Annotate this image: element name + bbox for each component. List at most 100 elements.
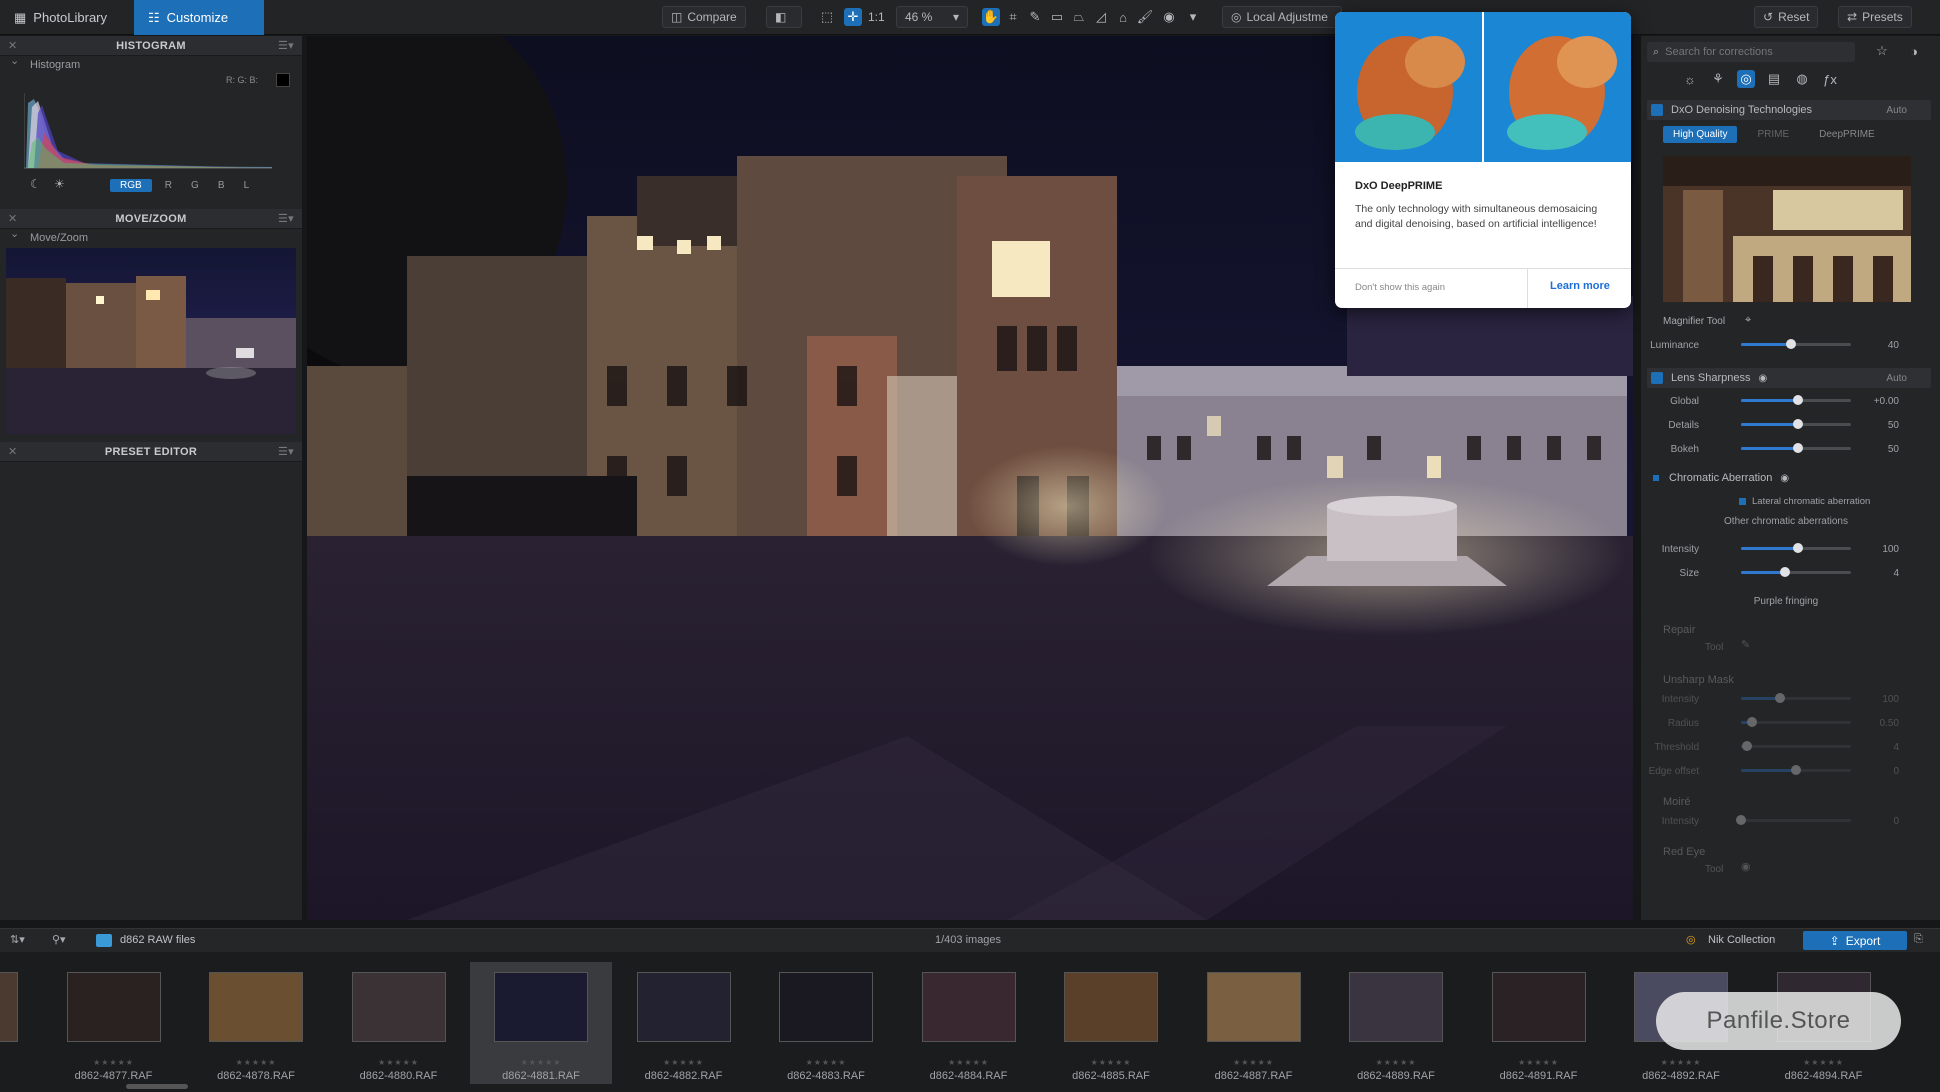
global-slider[interactable] xyxy=(1741,395,1851,405)
rating-stars[interactable]: ★★★★★ xyxy=(1040,1058,1182,1067)
chevron-down-icon[interactable]: ▾ xyxy=(1184,8,1202,26)
preset-editor-header[interactable]: ✕ PRESET EDITOR ☰▾ xyxy=(0,442,302,462)
rating-stars[interactable]: ★★★★★ xyxy=(0,1058,42,1067)
lateral-ca-checkbox[interactable]: Lateral chromatic aberration xyxy=(1739,496,1870,507)
lens-checkbox[interactable] xyxy=(1651,372,1663,384)
rating-stars[interactable]: ★★★★★ xyxy=(185,1058,327,1067)
repair-header[interactable]: Repair xyxy=(1647,620,1931,640)
rating-stars[interactable]: ★★★★★ xyxy=(1610,1058,1752,1067)
filmstrip-scrollbar[interactable] xyxy=(126,1084,188,1089)
rating-stars[interactable]: ★★★★★ xyxy=(470,1058,612,1067)
navigator-thumbnail[interactable] xyxy=(6,248,296,434)
channel-r[interactable]: R xyxy=(159,179,178,192)
thumbnail-item[interactable]: ★★★★★ d862-4891.RAF xyxy=(1468,962,1610,1084)
folder-name[interactable]: d862 RAW files xyxy=(120,934,195,946)
rating-stars[interactable]: ★★★★★ xyxy=(898,1058,1040,1067)
channel-rgb[interactable]: RGB xyxy=(110,179,152,192)
geometry-icon[interactable]: ▤ xyxy=(1765,70,1783,88)
ca-size-slider[interactable] xyxy=(1741,567,1851,577)
zoom-dropdown[interactable]: 46 % ▾ xyxy=(896,6,968,28)
rating-stars[interactable]: ★★★★★ xyxy=(613,1058,755,1067)
menu-icon[interactable]: ☰▾ xyxy=(278,445,294,458)
filter-icon[interactable]: ⚲▾ xyxy=(52,933,66,946)
unsharp-mask-header[interactable]: Unsharp Mask xyxy=(1647,670,1931,690)
thumbnail-item[interactable]: ★★★★★ d862-4885.RAF xyxy=(1040,962,1182,1084)
rating-stars[interactable]: ★★★★★ xyxy=(1183,1058,1325,1067)
bokeh-slider[interactable] xyxy=(1741,443,1851,453)
moire-header[interactable]: Moiré xyxy=(1647,792,1931,812)
search-box[interactable]: ⌕ xyxy=(1647,42,1855,62)
star-icon[interactable]: ☆ xyxy=(1873,42,1891,60)
eye-icon[interactable]: ◉ xyxy=(1741,860,1751,873)
thumbnail-item[interactable]: ★★★★★ d862-4889.RAF xyxy=(1325,962,1467,1084)
color-icon[interactable]: ⚘ xyxy=(1709,70,1727,88)
histogram-subheader[interactable]: Histogram xyxy=(0,54,302,73)
channel-b[interactable]: B xyxy=(212,179,231,192)
rating-stars[interactable]: ★★★★★ xyxy=(1753,1058,1895,1067)
movezoom-subheader[interactable]: Move/Zoom xyxy=(0,227,302,246)
eye-icon[interactable]: ◉ xyxy=(1780,473,1789,484)
thumbnail-item[interactable]: ★★★★★ d862-4887.RAF xyxy=(1183,962,1325,1084)
thumbnail-item[interactable]: ★★★★★ -4876.RAF xyxy=(0,962,42,1084)
rating-stars[interactable]: ★★★★★ xyxy=(328,1058,470,1067)
share-icon[interactable]: ⎘ xyxy=(1914,933,1923,946)
details-slider[interactable] xyxy=(1741,419,1851,429)
layout-dropdown[interactable]: ◧ xyxy=(766,6,802,28)
mode-high-quality[interactable]: High Quality xyxy=(1663,126,1738,143)
menu-icon[interactable]: ☰▾ xyxy=(278,212,294,225)
close-icon[interactable]: ✕ xyxy=(8,445,18,458)
magnifier-icon[interactable]: ⌖ xyxy=(1745,314,1751,327)
eyedropper-icon[interactable]: ✎ xyxy=(1026,8,1044,26)
lens-sharpness-header[interactable]: Lens Sharpness ◉ Auto xyxy=(1647,368,1931,388)
close-icon[interactable]: ✕ xyxy=(8,212,18,225)
ca-checkbox[interactable] xyxy=(1653,475,1659,481)
um-threshold-slider[interactable] xyxy=(1741,741,1851,751)
um-edge-slider[interactable] xyxy=(1741,765,1851,775)
shadow-clip-icon[interactable]: ☾ xyxy=(30,177,41,191)
thumbnail-item[interactable]: ★★★★★ d862-4878.RAF xyxy=(185,962,327,1084)
toggle-icon[interactable]: ◑ xyxy=(1905,42,1923,60)
close-icon[interactable]: ✕ xyxy=(8,39,18,52)
crop-icon[interactable]: ⌗ xyxy=(1004,8,1022,26)
horizon-icon[interactable]: ▭ xyxy=(1048,8,1066,26)
search-input[interactable] xyxy=(1665,46,1836,58)
magnifier-preview[interactable] xyxy=(1663,156,1911,302)
reset-button[interactable]: ↺ Reset xyxy=(1754,6,1819,28)
sort-icon[interactable]: ⇅▾ xyxy=(10,933,25,946)
local-adjustments-button[interactable]: ◎ Local Adjustme xyxy=(1222,6,1342,28)
bandage-icon[interactable]: ✎ xyxy=(1741,638,1750,651)
mode-deepprime[interactable]: DeepPRIME xyxy=(1809,126,1885,143)
fx-icon[interactable]: ƒx xyxy=(1821,70,1839,88)
moire-intensity-slider[interactable] xyxy=(1736,815,1851,825)
ca-intensity-slider[interactable] xyxy=(1741,543,1851,553)
rating-stars[interactable]: ★★★★★ xyxy=(755,1058,897,1067)
um-radius-slider[interactable] xyxy=(1741,717,1851,727)
brush-icon[interactable]: 🖌 xyxy=(1136,8,1154,26)
rating-stars[interactable]: ★★★★★ xyxy=(1468,1058,1610,1067)
learn-more-link[interactable]: Learn more xyxy=(1550,280,1610,292)
light-icon[interactable]: ☼ xyxy=(1681,70,1699,88)
nik-collection-button[interactable]: Nik Collection xyxy=(1708,934,1775,946)
um-intensity-slider[interactable] xyxy=(1741,693,1851,703)
thumbnail-item[interactable]: ★★★★★ d862-4884.RAF xyxy=(898,962,1040,1084)
eye-icon[interactable]: ◉ xyxy=(1759,373,1768,384)
volume-icon[interactable]: ◿ xyxy=(1092,8,1110,26)
compare-button[interactable]: ◫ Compare xyxy=(662,6,746,28)
channel-l[interactable]: L xyxy=(238,179,256,192)
zoom-tool-icon[interactable]: ✛ xyxy=(844,8,862,26)
highlight-clip-icon[interactable]: ☀ xyxy=(54,177,65,191)
thumbnail-item[interactable]: ★★★★★ d862-4877.RAF xyxy=(43,962,185,1084)
luminance-slider[interactable] xyxy=(1741,339,1851,349)
menu-icon[interactable]: ☰▾ xyxy=(278,39,294,52)
detail-icon[interactable]: ◎ xyxy=(1737,70,1755,88)
tab-photolibrary[interactable]: ▦ PhotoLibrary xyxy=(0,0,121,35)
chromatic-aberration-header[interactable]: Chromatic Aberration ◉ xyxy=(1647,468,1931,488)
mode-prime[interactable]: PRIME xyxy=(1743,126,1803,143)
thumbnail-item[interactable]: ★★★★★ d862-4883.RAF xyxy=(755,962,897,1084)
rating-stars[interactable]: ★★★★★ xyxy=(43,1058,185,1067)
thumbnail-item[interactable]: ★★★★★ d862-4882.RAF xyxy=(613,962,755,1084)
histogram-header[interactable]: ✕ HISTOGRAM ☰▾ xyxy=(0,36,302,56)
purple-fringing-label[interactable]: Purple fringing xyxy=(1641,596,1931,607)
local-icon[interactable]: ◍ xyxy=(1793,70,1811,88)
tab-customize[interactable]: ☷ Customize xyxy=(134,0,264,35)
